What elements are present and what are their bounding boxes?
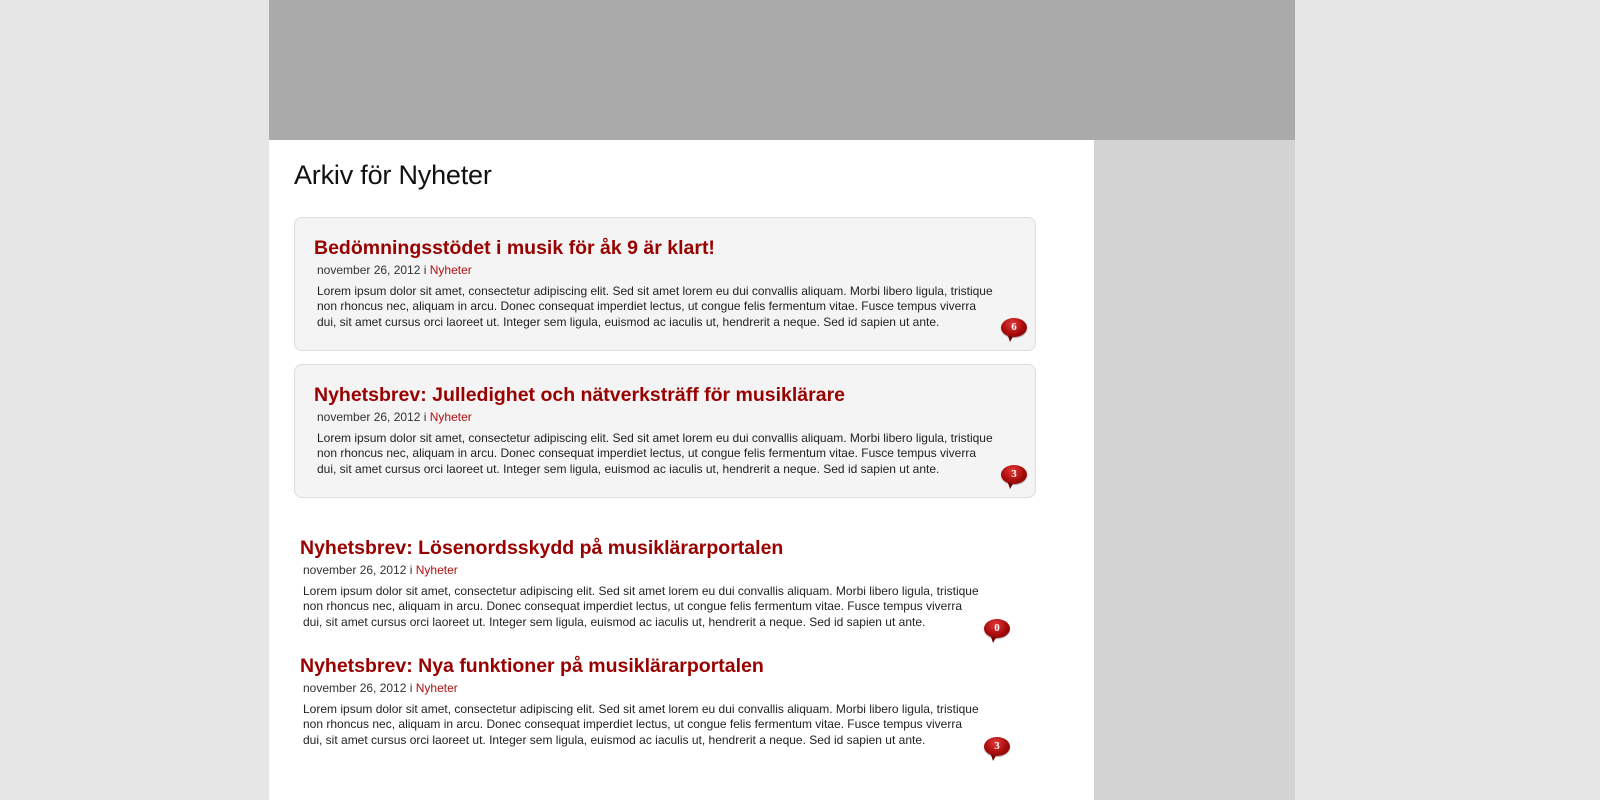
post-date: november 26, 2012 [317,410,421,424]
comment-count-button[interactable]: 3 [1001,465,1027,491]
post-meta-separator: i [409,563,413,577]
post-card-1: Bedömningsstödet i musik för åk 9 är kla… [294,217,1036,351]
comment-count: 0 [994,622,1000,634]
comment-count: 3 [1011,468,1017,480]
post-title-link[interactable]: Bedömningsstödet i musik för åk 9 är kla… [314,237,715,260]
category-link[interactable]: Nyheter [416,681,458,695]
post-item-4: Nyhetsbrev: Nya funktioner på musiklärar… [300,655,1010,770]
post-meta: november 26, 2012 i Nyheter [303,563,458,577]
comment-count-button[interactable]: 3 [984,737,1010,763]
category-link[interactable]: Nyheter [430,410,472,424]
post-title-link[interactable]: Nyhetsbrev: Lösenordsskydd på musiklärar… [300,537,783,560]
post-meta-separator: i [423,410,427,424]
main-content: Arkiv för Nyheter Bedömningsstödet i mus… [269,140,1094,800]
post-excerpt: Lorem ipsum dolor sit amet, consectetur … [303,702,979,747]
comment-count: 3 [994,740,1000,752]
post-date: november 26, 2012 [303,681,407,695]
category-link[interactable]: Nyheter [430,263,472,277]
post-meta: november 26, 2012 i Nyheter [317,410,472,424]
post-date: november 26, 2012 [317,263,421,277]
category-link[interactable]: Nyheter [416,563,458,577]
post-meta-separator: i [409,681,413,695]
post-title-link[interactable]: Nyhetsbrev: Julledighet och nätverksträf… [314,384,845,407]
post-date: november 26, 2012 [303,563,407,577]
post-title-link[interactable]: Nyhetsbrev: Nya funktioner på musiklärar… [300,655,764,678]
post-item-3: Nyhetsbrev: Lösenordsskydd på musiklärar… [300,537,1010,652]
page-title: Arkiv för Nyheter [294,160,492,190]
post-excerpt: Lorem ipsum dolor sit amet, consectetur … [317,284,993,329]
header-banner [269,0,1295,140]
post-meta-separator: i [423,263,427,277]
post-meta: november 26, 2012 i Nyheter [317,263,472,277]
post-meta: november 26, 2012 i Nyheter [303,681,458,695]
post-card-2: Nyhetsbrev: Julledighet och nätverksträf… [294,364,1036,498]
comment-count: 6 [1011,321,1017,333]
comment-count-button[interactable]: 0 [984,619,1010,645]
post-excerpt: Lorem ipsum dolor sit amet, consectetur … [303,584,979,629]
post-excerpt: Lorem ipsum dolor sit amet, consectetur … [317,431,993,476]
comment-count-button[interactable]: 6 [1001,318,1027,344]
sidebar [1094,140,1295,800]
